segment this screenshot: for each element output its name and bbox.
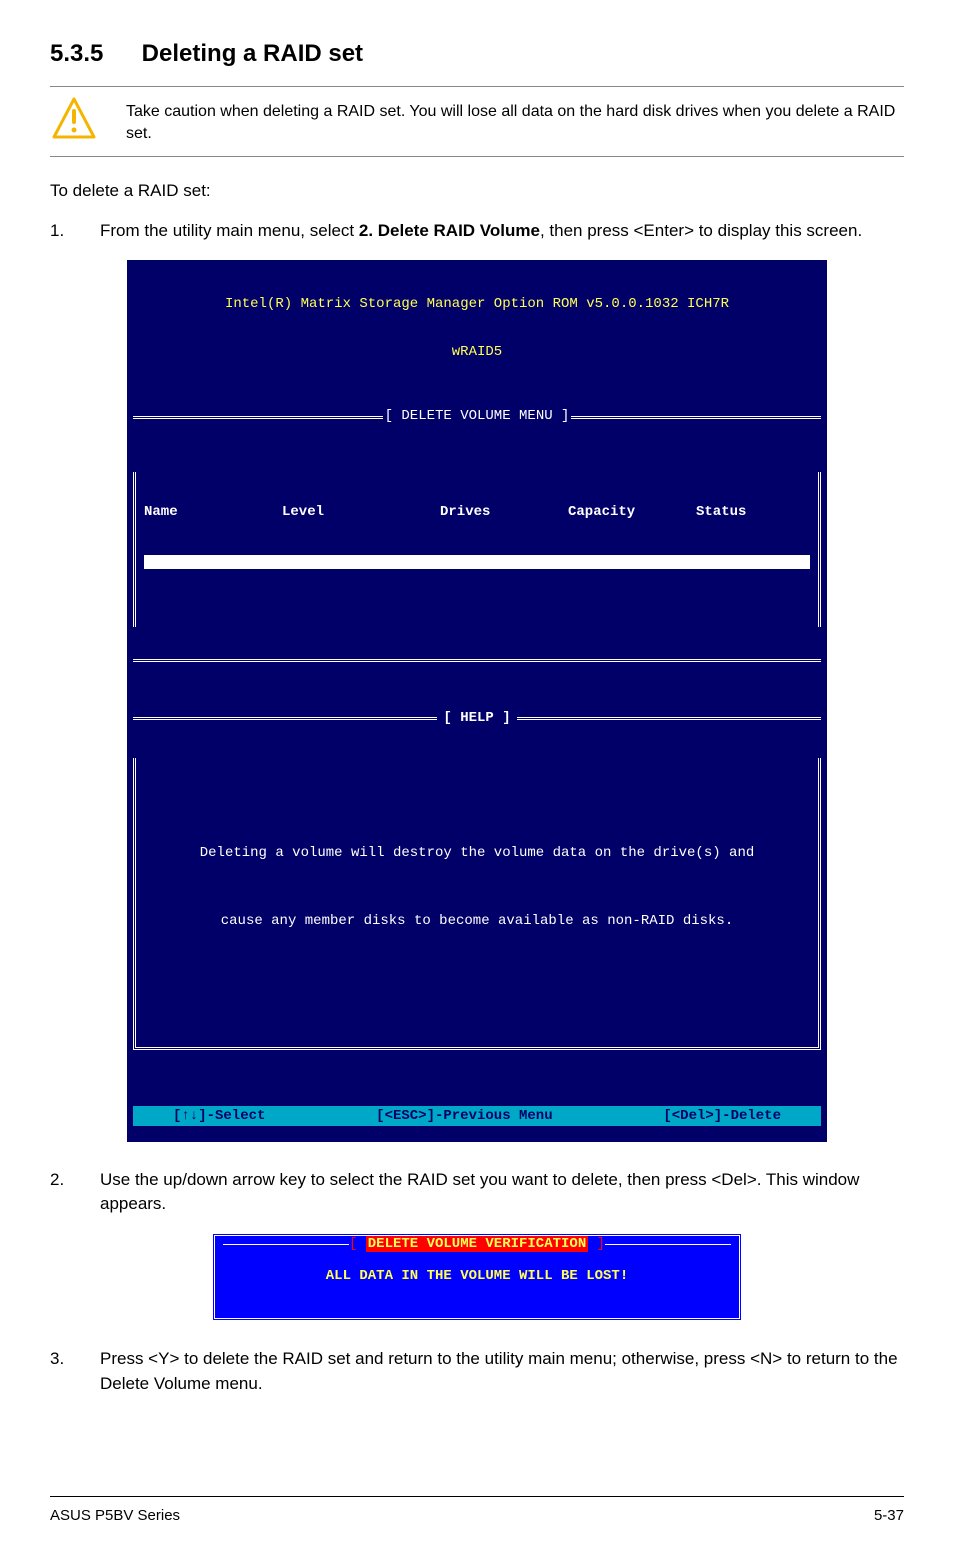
warning-text: Take caution when deleting a RAID set. Y…	[126, 95, 904, 146]
bios-screen-delete-volume: Intel(R) Matrix Storage Manager Option R…	[127, 260, 827, 1142]
delete-menu-frame-top: [ DELETE VOLUME MENU ]	[133, 408, 821, 424]
dialog-warning-line: ALL DATA IN THE VOLUME WILL BE LOST!	[223, 1268, 731, 1284]
footer-left: ASUS P5BV Series	[50, 1507, 180, 1524]
col-capacity: Capacity	[568, 504, 678, 520]
section-number: 5.3.5	[50, 40, 135, 68]
step-1-text: From the utility main menu, select 2. De…	[100, 219, 862, 244]
footer-right: 5-37	[874, 1507, 904, 1524]
step-1: 1. From the utility main menu, select 2.…	[50, 219, 904, 244]
step-1-post: , then press <Enter> to display this scr…	[540, 221, 862, 240]
warning-icon	[50, 95, 98, 148]
section-heading: 5.3.5 Deleting a RAID set	[50, 40, 904, 68]
step-3: 3. Press <Y> to delete the RAID set and …	[50, 1347, 904, 1396]
footer-prev: [<ESC>]-Previous Menu	[376, 1108, 552, 1124]
delete-verification-dialog: [ DELETE VOLUME VERIFICATION ] ALL DATA …	[212, 1233, 742, 1321]
help-line-2: cause any member disks to become availab…	[148, 910, 806, 932]
table-header: Name Level Drives Capacity Status	[144, 504, 810, 520]
help-line-1: Deleting a volume will destroy the volum…	[148, 842, 806, 864]
section-title: Deleting a RAID set	[142, 40, 363, 67]
step-1-pre: From the utility main menu, select	[100, 221, 359, 240]
warning-box: Take caution when deleting a RAID set. Y…	[50, 86, 904, 157]
bios-title-2: wRAID5	[133, 344, 821, 360]
dialog-title-row: [ DELETE VOLUME VERIFICATION ]	[223, 1236, 731, 1252]
intro-text: To delete a RAID set:	[50, 181, 904, 201]
col-drives: Drives	[440, 504, 550, 520]
help-label: HELP	[460, 710, 494, 726]
dialog-title: DELETE VOLUME VERIFICATION	[366, 1236, 588, 1252]
step-number: 1.	[50, 219, 70, 244]
step-3-text: Press <Y> to delete the RAID set and ret…	[100, 1347, 904, 1396]
help-body: Deleting a volume will destroy the volum…	[133, 758, 821, 1050]
footer-del: [<Del>]-Delete	[663, 1108, 781, 1124]
bios-footer-bar: [↑↓]-Select [<ESC>]-Previous Menu [<Del>…	[133, 1106, 821, 1126]
bios-title-1: Intel(R) Matrix Storage Manager Option R…	[133, 296, 821, 312]
step-number: 3.	[50, 1347, 70, 1396]
col-status: Status	[696, 504, 746, 520]
col-level: Level	[282, 504, 422, 520]
step-number: 2.	[50, 1168, 70, 1217]
step-2-text: Use the up/down arrow key to select the …	[100, 1168, 904, 1217]
table-selected-row[interactable]	[144, 555, 810, 569]
help-frame-top: [ HELP ]	[133, 710, 821, 726]
step-1-bold: 2. Delete RAID Volume	[359, 221, 540, 240]
footer-select: [↑↓]-Select	[173, 1108, 265, 1124]
page-footer: ASUS P5BV Series 5-37	[50, 1496, 904, 1524]
delete-menu-label: DELETE VOLUME MENU	[401, 408, 552, 424]
step-2: 2. Use the up/down arrow key to select t…	[50, 1168, 904, 1217]
col-name: Name	[144, 504, 264, 520]
delete-menu-box: Name Level Drives Capacity Status	[133, 472, 821, 627]
